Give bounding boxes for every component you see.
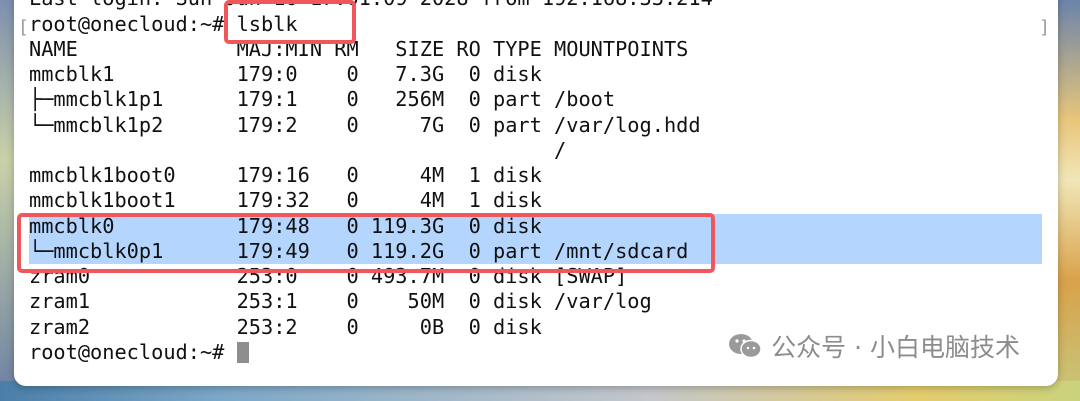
lsblk-row: └─mmcblk1p2 179:2 0 7G 0 part /var/log.h…	[29, 113, 701, 137]
terminal-prompt-line[interactable]: root@onecloud:~#	[29, 340, 249, 365]
lsblk-row: zram1 253:1 0 50M 0 disk /var/log	[29, 289, 652, 313]
lsblk-row-continuation: /	[29, 138, 567, 162]
lsblk-row: mmcblk1boot1 179:32 0 4M 1 disk	[29, 188, 542, 212]
lsblk-row: mmcblk1boot0 179:16 0 4M 1 disk	[29, 163, 542, 187]
annotation-box-sdcard-rows	[17, 213, 715, 273]
terminal-line-last-login: Last login: Sun Jun 16 17:01:09 2028 fro…	[29, 0, 713, 11]
terminal-window[interactable]: [ ] Last login: Sun Jun 16 17:01:09 2028…	[14, 0, 1058, 386]
lsblk-row: ├─mmcblk1p1 179:1 0 256M 0 part /boot	[29, 87, 616, 111]
lsblk-row: zram2 253:2 0 0B 0 disk	[29, 315, 542, 339]
wechat-icon	[729, 334, 762, 359]
lsblk-row: mmcblk1 179:0 0 7.3G 0 disk	[29, 62, 542, 86]
scroll-bracket-left: [	[18, 17, 29, 38]
watermark-text: 公众号 · 小白电脑技术	[771, 333, 1020, 362]
terminal-cursor	[236, 342, 249, 363]
watermark: 公众号 · 小白电脑技术	[727, 328, 1020, 364]
prompt-text: root@onecloud:~#	[29, 340, 237, 364]
annotation-box-command	[224, 0, 356, 44]
lsblk-header-row: NAME MAJ:MIN RM SIZE RO TYPE MOUNTPOINTS	[29, 37, 689, 61]
